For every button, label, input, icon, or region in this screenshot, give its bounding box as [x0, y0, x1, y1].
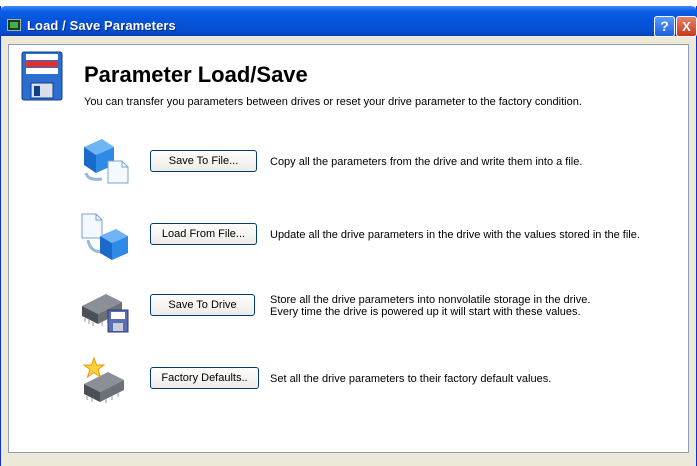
- page-subtitle: You can transfer you parameters between …: [84, 96, 582, 108]
- save-to-file-description: Copy all the parameters from the drive a…: [270, 156, 583, 168]
- factory-defaults-button[interactable]: Factory Defaults..: [150, 367, 259, 389]
- content-panel: Parameter Load/Save You can transfer you…: [8, 44, 689, 453]
- save-to-file-button[interactable]: Save To File...: [150, 150, 257, 172]
- app-icon: [7, 19, 21, 31]
- chip-sparkle-icon: [82, 356, 124, 403]
- load-from-file-button[interactable]: Load From File...: [150, 223, 257, 245]
- title-bar[interactable]: Load / Save Parameters ? X: [0, 6, 697, 37]
- save-to-drive-button[interactable]: Save To Drive: [150, 294, 255, 316]
- file-to-cube-icon: [81, 213, 128, 260]
- factory-defaults-description: Set all the drive parameters to their fa…: [270, 373, 552, 385]
- load-from-file-description: Update all the drive parameters in the d…: [270, 229, 640, 241]
- help-button[interactable]: ?: [654, 16, 675, 37]
- close-button[interactable]: X: [676, 16, 697, 37]
- save-to-drive-description: Store all the drive parameters into nonv…: [270, 294, 591, 306]
- floppy-disk-icon: [21, 51, 63, 101]
- window-title: Load / Save Parameters: [27, 18, 176, 33]
- chip-floppy-icon: [82, 294, 129, 333]
- cube-to-file-icon: [84, 139, 129, 184]
- save-to-drive-description-2: Every time the drive is powered up it wi…: [270, 306, 581, 318]
- page-title: Parameter Load/Save: [84, 62, 308, 87]
